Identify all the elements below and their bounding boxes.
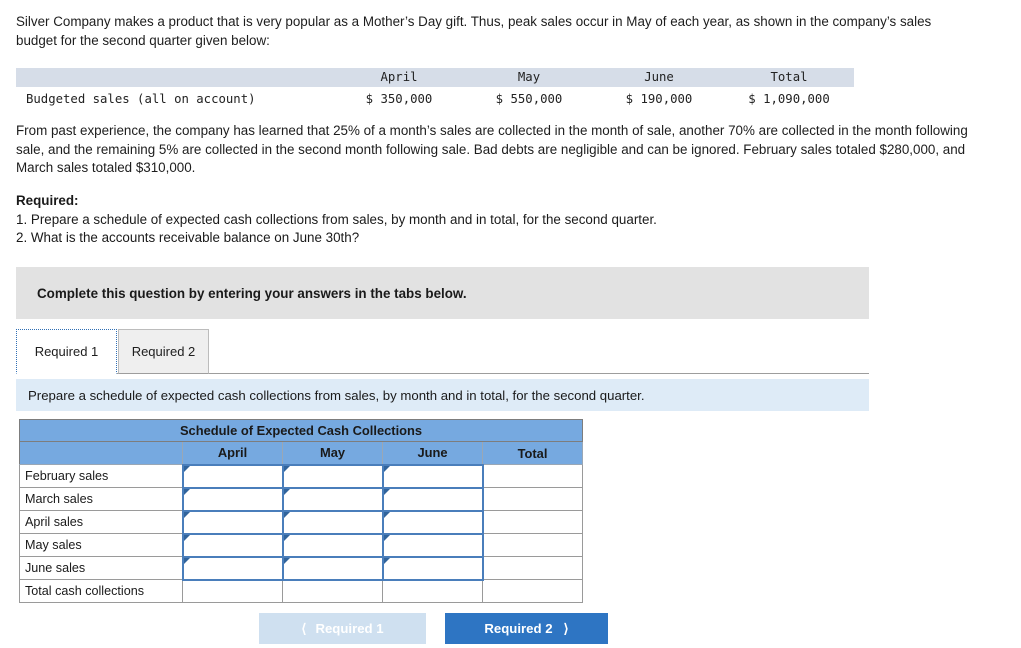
input-april-may[interactable] — [281, 509, 384, 535]
row-label-may-sales: May sales — [19, 533, 183, 557]
budgeted-sales-table: April May June Total Budgeted sales (all… — [16, 68, 854, 109]
intro-paragraph: Silver Company makes a product that is v… — [16, 14, 932, 48]
total-collections-total — [481, 579, 584, 603]
required-item-2: 2. What is the accounts receivable balan… — [16, 230, 360, 245]
table-row: Budgeted sales (all on account) $ 350,00… — [16, 87, 854, 109]
input-april-april[interactable] — [181, 509, 284, 535]
input-march-may[interactable] — [281, 486, 384, 512]
table-row: May sales — [19, 532, 584, 558]
next-required-2-button[interactable]: Required 2 ⟩ — [445, 613, 608, 644]
total-collections-june — [382, 579, 483, 603]
schedule-title: Schedule of Expected Cash Collections — [18, 419, 584, 442]
table-row: April sales — [19, 509, 584, 535]
budget-header-may: May — [517, 70, 541, 84]
tab-required-1[interactable]: Required 1 — [16, 329, 117, 374]
collection-policy-paragraph: From past experience, the company has le… — [16, 123, 968, 175]
instruction-banner: Complete this question by entering your … — [16, 267, 869, 319]
cell-marker-icon — [183, 557, 190, 564]
prev-required-1-button[interactable]: ⟨ Required 1 — [259, 613, 426, 644]
table-row: Total cash collections — [19, 579, 584, 603]
budget-row-april: $ 350,000 — [365, 92, 433, 106]
input-february-may[interactable] — [281, 463, 384, 489]
row-label-february-sales: February sales — [19, 464, 183, 488]
input-june-april[interactable] — [181, 555, 284, 581]
cell-marker-icon — [383, 488, 390, 495]
row-label-april-sales: April sales — [19, 510, 183, 534]
table-row: March sales — [19, 486, 584, 512]
budget-header-blank — [16, 68, 334, 87]
budget-header-row: April May June Total — [16, 68, 854, 87]
budget-header-april: April — [380, 70, 418, 84]
input-june-june[interactable] — [381, 555, 484, 581]
required-block: Required: 1. Prepare a schedule of expec… — [16, 192, 916, 248]
cell-marker-icon — [383, 557, 390, 564]
budget-header-total: Total — [770, 70, 808, 84]
task-prompt-text: Prepare a schedule of expected cash coll… — [28, 387, 645, 403]
total-march — [481, 487, 584, 511]
input-may-may[interactable] — [281, 532, 384, 558]
budget-row-june: $ 190,000 — [625, 92, 693, 106]
budget-row-label: Budgeted sales (all on account) — [26, 92, 256, 106]
cell-marker-icon — [383, 465, 390, 472]
cell-marker-icon — [283, 465, 290, 472]
cell-marker-icon — [383, 534, 390, 541]
budget-row-total: $ 1,090,000 — [748, 92, 830, 106]
tab-required-2[interactable]: Required 2 — [118, 329, 209, 374]
total-may — [481, 533, 584, 557]
cell-marker-icon — [283, 534, 290, 541]
prev-button-label: Required 1 — [315, 621, 384, 636]
input-june-may[interactable] — [281, 555, 384, 581]
table-row: February sales — [19, 463, 584, 489]
cell-marker-icon — [183, 488, 190, 495]
input-february-april[interactable] — [181, 463, 284, 489]
schedule-title-row: Schedule of Expected Cash Collections — [18, 419, 584, 442]
schedule-header-total: Total — [481, 441, 584, 465]
tab-required-2-label: Required 2 — [131, 344, 196, 359]
schedule-header-april: April — [182, 441, 283, 465]
cell-marker-icon — [183, 465, 190, 472]
budget-header-june: June — [644, 70, 674, 84]
table-row: June sales — [19, 555, 584, 581]
required-heading: Required: — [16, 193, 79, 208]
cell-marker-icon — [183, 534, 190, 541]
cell-marker-icon — [283, 511, 290, 518]
question-page: Silver Company makes a product that is v… — [0, 0, 1021, 648]
cell-marker-icon — [283, 557, 290, 564]
tab-required-1-label: Required 1 — [34, 344, 99, 359]
next-button-label: Required 2 — [484, 621, 553, 636]
total-june — [481, 556, 584, 580]
input-may-april[interactable] — [181, 532, 284, 558]
input-april-june[interactable] — [381, 509, 484, 535]
input-may-june[interactable] — [381, 532, 484, 558]
instruction-banner-text: Complete this question by entering your … — [37, 285, 467, 301]
total-february — [481, 464, 584, 488]
total-april — [481, 510, 584, 534]
total-collections-april — [182, 579, 283, 603]
tab-strip: Required 1 Required 2 — [16, 329, 869, 374]
schedule-header-row: April May June Total — [19, 441, 584, 465]
navigation-buttons: ⟨ Required 1 Required 2 ⟩ — [259, 613, 609, 645]
row-label-march-sales: March sales — [19, 487, 183, 511]
task-prompt: Prepare a schedule of expected cash coll… — [16, 379, 869, 411]
row-label-june-sales: June sales — [19, 556, 183, 580]
input-march-june[interactable] — [381, 486, 484, 512]
schedule-header-blank — [19, 441, 183, 465]
cell-marker-icon — [183, 511, 190, 518]
schedule-header-june: June — [382, 441, 483, 465]
cell-marker-icon — [283, 488, 290, 495]
schedule-header-may: May — [282, 441, 383, 465]
chevron-left-icon: ⟨ — [301, 620, 307, 636]
input-february-june[interactable] — [381, 463, 484, 489]
chevron-right-icon: ⟩ — [563, 620, 569, 636]
total-collections-may — [282, 579, 383, 603]
budget-row-may: $ 550,000 — [495, 92, 563, 106]
cell-marker-icon — [383, 511, 390, 518]
required-item-1: 1. Prepare a schedule of expected cash c… — [16, 211, 657, 227]
row-label-total-cash-collections: Total cash collections — [19, 579, 183, 603]
input-march-april[interactable] — [181, 486, 284, 512]
schedule-of-expected-cash-collections-table: Schedule of Expected Cash Collections Ap… — [18, 419, 584, 603]
